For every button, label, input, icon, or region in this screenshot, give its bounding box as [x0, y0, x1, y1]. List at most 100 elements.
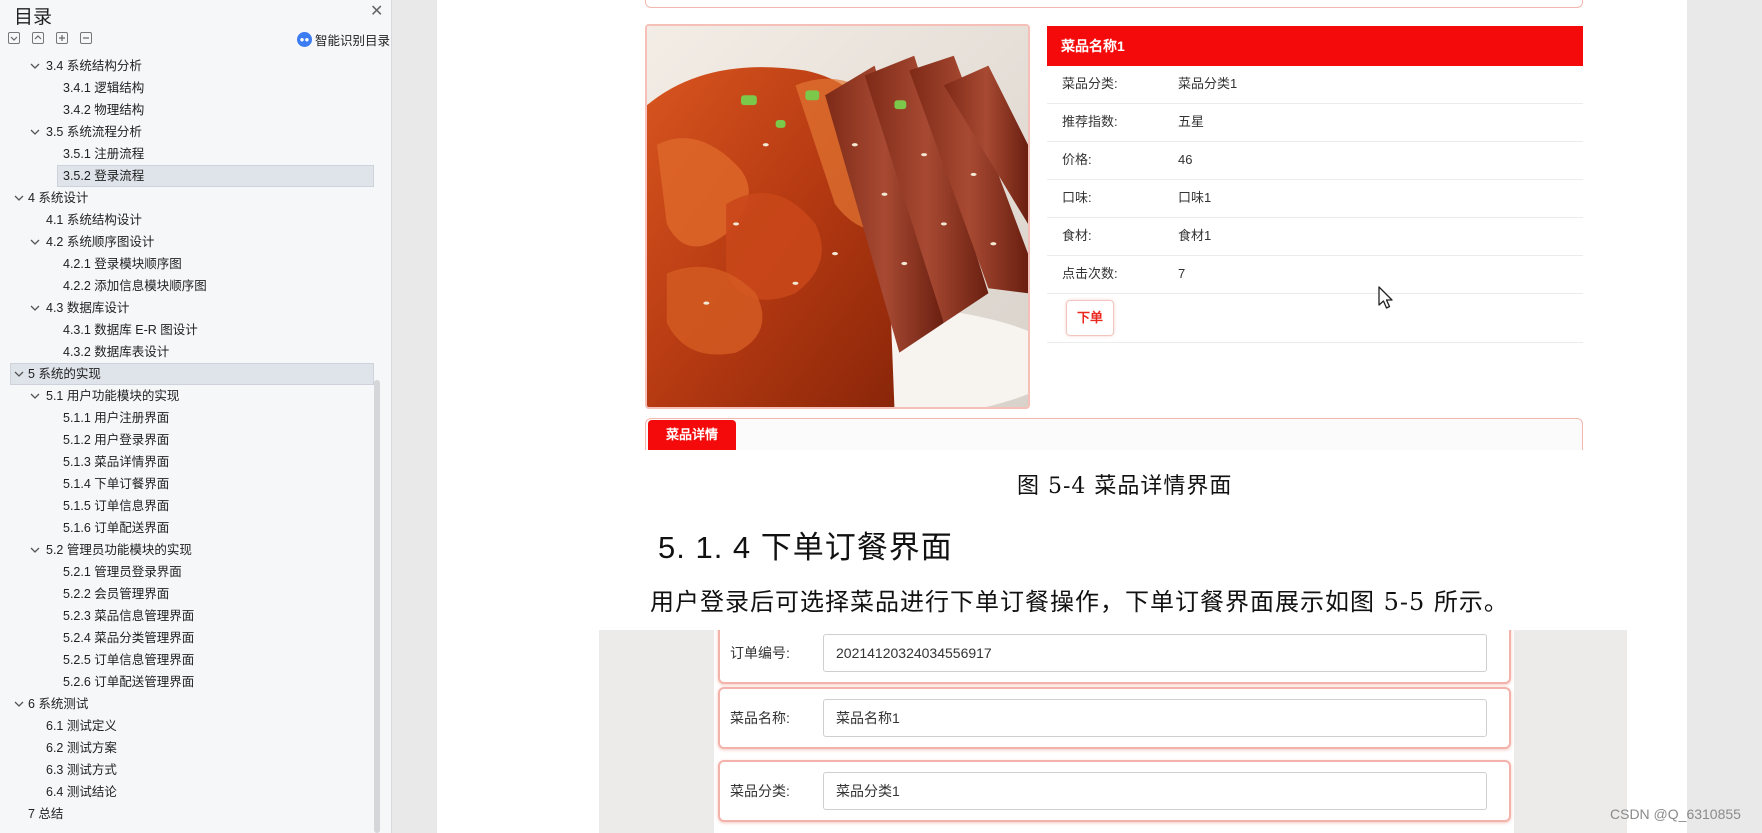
toc-item[interactable]: 6.2 测试方案 [6, 737, 386, 759]
toc-item[interactable]: 5.1.5 订单信息界面 [6, 495, 386, 517]
body-paragraph: 用户登录后可选择菜品进行下单订餐操作，下单订餐界面展示如图 5-5 所示。 [650, 588, 1509, 616]
dish-info-row: 口味: 口味1 [1047, 180, 1583, 218]
toc-item[interactable]: 5.1.1 用户注册界面 [6, 407, 386, 429]
toc-item-label: 5.1.4 下单订餐界面 [63, 477, 170, 491]
toc-item[interactable]: 4.3.2 数据库表设计 [6, 341, 386, 363]
toc-item[interactable]: 4.2.2 添加信息模块顺序图 [6, 275, 386, 297]
toc-item[interactable]: 3.4 系统结构分析 [6, 56, 386, 77]
toc-item[interactable]: 4.2.1 登录模块顺序图 [6, 253, 386, 275]
toc-item-label: 5.1.6 订单配送界面 [63, 521, 170, 535]
dish-name-field[interactable]: 菜品名称1 [823, 699, 1487, 737]
toc-item-label: 5.1.2 用户登录界面 [63, 433, 170, 447]
toc-item[interactable]: 4 系统设计 [6, 187, 386, 209]
toc-item-label: 5.1.3 菜品详情界面 [63, 455, 170, 469]
form-row-dish-name: 菜品名称: 菜品名称1 [718, 687, 1511, 749]
add-icon[interactable] [56, 32, 68, 44]
chevron-down-icon[interactable] [30, 231, 40, 253]
toc-item[interactable]: 7 总结 [6, 803, 386, 825]
toc-item[interactable]: 5.1.3 菜品详情界面 [6, 451, 386, 473]
toc-title: 目录 [14, 7, 53, 28]
toc-item[interactable]: 5.1.6 订单配送界面 [6, 517, 386, 539]
dish-info-row: 推荐指数: 五星 [1047, 104, 1583, 142]
toc-scrollbar[interactable] [374, 380, 380, 833]
row-key: 菜品分类: [1062, 76, 1118, 91]
toc-sidebar: 目录 ✕ ●● 智能识别目录 3.4 系统结构分析 3.4.1 逻辑结构 3.4.2… [0, 0, 392, 833]
smart-toc-button[interactable]: ●● 智能识别目录 [297, 30, 390, 49]
form-row-order-no: 订单编号: 20214120324034556917 [718, 630, 1511, 684]
toc-item[interactable]: 4.2 系统顺序图设计 [6, 231, 386, 253]
chevron-down-icon[interactable] [30, 297, 40, 319]
toc-item[interactable]: 3.5.2 登录流程 [6, 165, 386, 187]
toc-item[interactable]: 3.5 系统流程分析 [6, 121, 386, 143]
chevron-down-icon[interactable] [30, 385, 40, 407]
close-icon[interactable]: ✕ [370, 1, 383, 21]
toc-item[interactable]: 4.1 系统结构设计 [6, 209, 386, 231]
dish-image [645, 24, 1030, 409]
toc-item-label: 5.1 用户功能模块的实现 [46, 389, 180, 403]
toc-item-label: 7 总结 [28, 807, 64, 821]
toc-item[interactable]: 5.2.5 订单信息管理界面 [6, 649, 386, 671]
order-button[interactable]: 下单 [1066, 300, 1114, 336]
toc-item[interactable]: 3.4.1 逻辑结构 [6, 77, 386, 99]
toc-item-label: 5 系统的实现 [28, 367, 101, 381]
chevron-down-icon[interactable] [14, 693, 24, 715]
field-label: 菜品名称: [730, 710, 790, 726]
toc-item[interactable]: 6.4 测试结论 [6, 781, 386, 803]
remove-icon[interactable] [80, 32, 92, 44]
toc-item[interactable]: 5.1 用户功能模块的实现 [6, 385, 386, 407]
dish-category-field[interactable]: 菜品分类1 [823, 772, 1487, 810]
divider [1047, 342, 1583, 343]
toc-item[interactable]: 3.5.1 注册流程 [6, 143, 386, 165]
toc-item[interactable]: 6.3 测试方式 [6, 759, 386, 781]
toc-item[interactable]: 5.1.4 下单订餐界面 [6, 473, 386, 495]
toc-item[interactable]: 5.2.4 菜品分类管理界面 [6, 627, 386, 649]
row-value: 食材1 [1178, 228, 1212, 243]
field-label: 订单编号: [730, 645, 790, 661]
toc-item-label: 5.2.6 订单配送管理界面 [63, 675, 195, 689]
toc-item-label: 3.5.1 注册流程 [63, 147, 145, 161]
dish-info-row: 价格: 46 [1047, 142, 1583, 180]
toc-item[interactable]: 5.2.6 订单配送管理界面 [6, 671, 386, 693]
toc-item-label: 4.2.2 添加信息模块顺序图 [63, 279, 207, 293]
toc-item[interactable]: 6.1 测试定义 [6, 715, 386, 737]
toc-item[interactable]: 5 系统的实现 [6, 363, 386, 385]
toc-item[interactable]: 5.2.1 管理员登录界面 [6, 561, 386, 583]
toc-item-label: 4.1 系统结构设计 [46, 213, 142, 227]
toc-item-label: 3.5 系统流程分析 [46, 125, 142, 139]
toc-item[interactable]: 4.3 数据库设计 [6, 297, 386, 319]
toc-item[interactable]: 4.3.1 数据库 E-R 图设计 [6, 319, 386, 341]
row-value: 7 [1178, 266, 1186, 281]
toc-item[interactable]: 5.2.3 菜品信息管理界面 [6, 605, 386, 627]
toc-item[interactable]: 6 系统测试 [6, 693, 386, 715]
tab-dish-detail[interactable]: 菜品详情 [648, 420, 736, 450]
toc-item-label: 4 系统设计 [28, 191, 89, 205]
toc-item-label: 5.1.1 用户注册界面 [63, 411, 170, 425]
toc-item-label: 4.2.1 登录模块顺序图 [63, 257, 182, 271]
toc-item-label: 4.3.2 数据库表设计 [63, 345, 170, 359]
toc-item[interactable]: 5.2 管理员功能模块的实现 [6, 539, 386, 561]
chevron-down-icon[interactable] [14, 363, 24, 385]
figure-caption: 图 5-4 菜品详情界面 [1017, 474, 1233, 499]
chevron-down-icon[interactable] [30, 56, 40, 77]
toc-list: 3.4 系统结构分析 3.4.1 逻辑结构 3.4.2 物理结构 3.5 系统流程分析… [6, 56, 392, 833]
chevron-down-icon[interactable] [30, 539, 40, 561]
order-form-figure: 订单编号: 20214120324034556917 菜品名称: 菜品名称1 菜… [599, 630, 1627, 833]
toc-item-label: 6 系统测试 [28, 697, 89, 711]
chevron-down-icon[interactable] [30, 121, 40, 143]
order-number-field[interactable]: 20214120324034556917 [823, 634, 1487, 672]
toc-item[interactable]: 5.1.2 用户登录界面 [6, 429, 386, 451]
row-key: 推荐指数: [1062, 114, 1118, 129]
collapse-all-icon[interactable] [32, 32, 44, 44]
expand-all-icon[interactable] [8, 32, 20, 44]
row-key: 食材: [1062, 228, 1092, 243]
row-value: 46 [1178, 152, 1193, 167]
chevron-down-icon[interactable] [14, 187, 24, 209]
dish-info-row: 食材: 食材1 [1047, 218, 1583, 256]
toc-item[interactable]: 5.2.2 会员管理界面 [6, 583, 386, 605]
form-row-dish-category: 菜品分类: 菜品分类1 [718, 760, 1511, 822]
toc-item-label: 3.4.2 物理结构 [63, 103, 145, 117]
dish-name-header: 菜品名称1 [1047, 26, 1583, 66]
toc-item[interactable]: 3.4.2 物理结构 [6, 99, 386, 121]
toc-item-label: 4.2 系统顺序图设计 [46, 235, 155, 249]
toc-item-label: 3.5.2 登录流程 [63, 169, 145, 183]
